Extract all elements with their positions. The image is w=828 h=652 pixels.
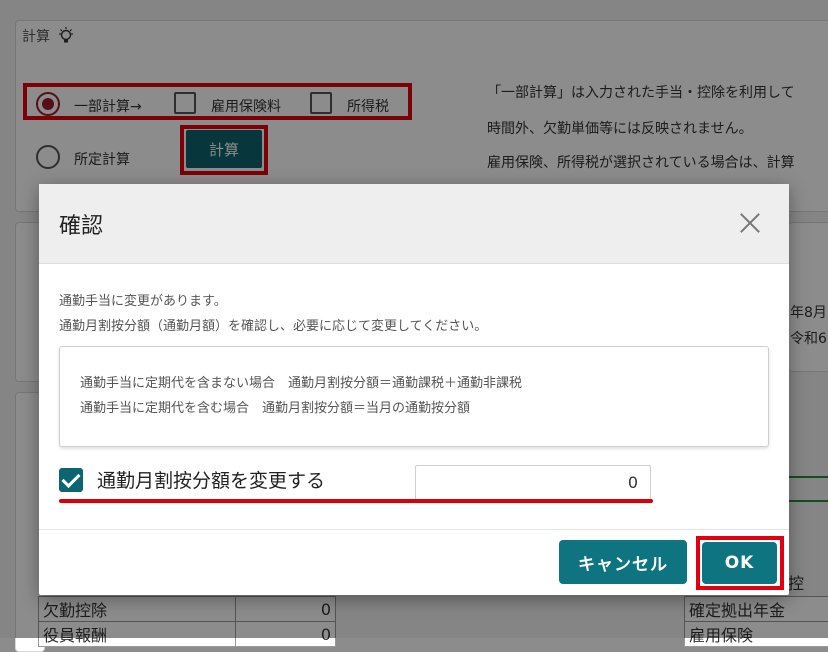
- dialog-message: 通勤月割按分額（通勤月額）を確認し、必要に応じて変更してください。: [59, 315, 487, 334]
- dialog-title: 確認: [59, 208, 103, 240]
- dialog-message: 通勤手当に変更があります。: [59, 290, 227, 309]
- highlight-underline: [59, 499, 653, 503]
- close-icon[interactable]: [739, 212, 761, 234]
- commute-amount-input[interactable]: 0: [415, 465, 651, 501]
- dialog-footer-divider: [39, 529, 789, 530]
- formula-note: 通勤手当に定期代を含まない場合 通勤月割按分額＝通勤課税＋通勤非課税: [80, 372, 522, 391]
- change-amount-row: 通勤月割按分額を変更する: [59, 466, 325, 493]
- confirm-dialog: 確認 通勤手当に変更があります。 通勤月割按分額（通勤月額）を確認し、必要に応じ…: [39, 184, 789, 595]
- dialog-header: 確認: [39, 184, 789, 264]
- formula-note-box: 通勤手当に定期代を含まない場合 通勤月割按分額＝通勤課税＋通勤非課税 通勤手当に…: [59, 346, 769, 447]
- cancel-button[interactable]: キャンセル: [559, 540, 687, 584]
- change-amount-label[interactable]: 通勤月割按分額を変更する: [97, 466, 325, 493]
- ok-button[interactable]: OK: [702, 542, 777, 584]
- formula-note: 通勤手当に定期代を含む場合 通勤月割按分額＝当月の通勤按分額: [80, 397, 470, 416]
- change-amount-checkbox[interactable]: [59, 468, 83, 492]
